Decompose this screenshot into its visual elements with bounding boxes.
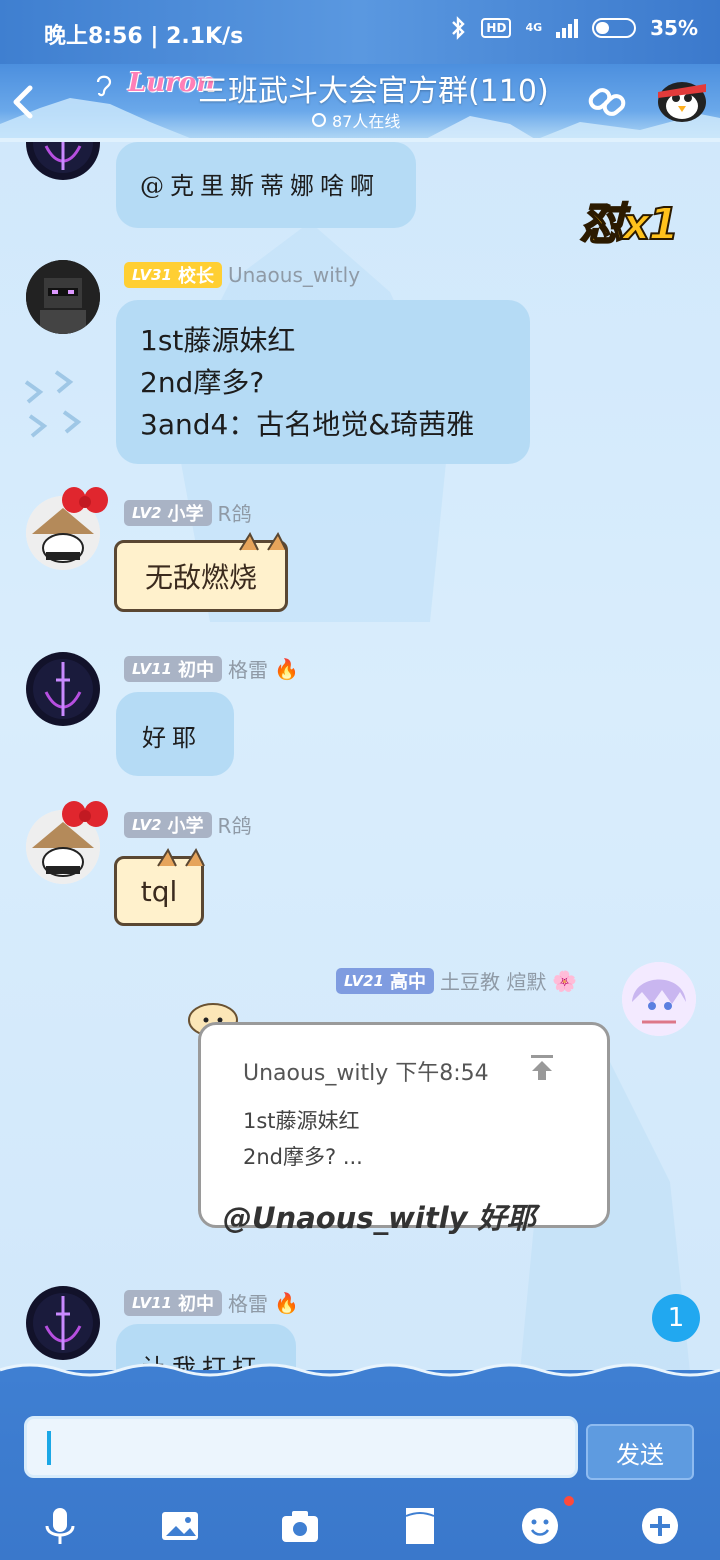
avatar[interactable] xyxy=(26,1286,100,1360)
message-list[interactable]: 怼x1 @克里斯蒂娜啥啊 LV31 校长 Unaous_witly 1st藤源妹红… xyxy=(0,142,720,1370)
footprints-decoration xyxy=(24,370,82,438)
status-bar: 晚上8:56 | 2.1K/s HD 4G 35% xyxy=(0,0,720,64)
input-area: 发送 xyxy=(0,1363,720,1560)
sender-name[interactable]: 格雷 xyxy=(228,1288,268,1317)
level-badge: LV2 小学 xyxy=(124,811,212,838)
battery-icon xyxy=(592,18,637,38)
sender-name[interactable]: Unaous_witly xyxy=(228,263,360,287)
sword-avatar-icon xyxy=(33,659,93,719)
level-badge: LV31 校长 xyxy=(124,262,222,288)
emoji-icon[interactable] xyxy=(518,1504,562,1548)
jump-to-top-icon[interactable] xyxy=(529,1053,555,1081)
notification-dot xyxy=(564,1496,574,1506)
quoted-line: 2nd摩多? ... xyxy=(243,1145,363,1169)
sender-info: LV2 小学 R鸽 xyxy=(124,810,251,839)
bow-icon xyxy=(62,801,108,827)
level-badge: LV11 初中 xyxy=(124,1289,222,1316)
mic-icon[interactable] xyxy=(38,1504,82,1548)
online-count[interactable]: 87人在线 xyxy=(312,108,400,132)
level-badge: LV11 初中 xyxy=(124,655,222,682)
sender-name[interactable]: 格雷 xyxy=(228,654,268,683)
group-title[interactable]: 三班武斗大会官方群(110) xyxy=(198,66,549,110)
cat-ears-icon xyxy=(157,847,205,867)
file-icon[interactable] xyxy=(398,1504,442,1548)
message-bubble[interactable]: 1st藤源妹红 2nd摩多? 3and4：古名地觉&琦茜雅 xyxy=(116,300,530,464)
message-bubble[interactable]: 好耶 xyxy=(116,692,234,776)
level-badge: LV21 高中 xyxy=(336,967,434,994)
message-bubble[interactable]: @克里斯蒂娜啥啊 xyxy=(116,142,416,228)
message-line: 3and4：古名地觉&琦茜雅 xyxy=(140,408,475,441)
avatar[interactable] xyxy=(26,652,100,726)
bow-icon xyxy=(62,487,108,513)
unread-count-badge[interactable]: 1 xyxy=(652,1294,700,1342)
cat-ears-icon xyxy=(239,531,287,551)
pixel-avatar-icon xyxy=(26,260,100,334)
avatar[interactable] xyxy=(26,142,100,180)
sender-info: LV21 高中 土豆教 煊默 🌸 xyxy=(336,966,577,995)
quoted-header: Unaous_witly 下午8:54 xyxy=(243,1061,489,1086)
sword-avatar-icon xyxy=(33,142,93,173)
anime-avatar-icon xyxy=(622,962,696,1036)
sender-name[interactable]: R鸽 xyxy=(218,498,252,527)
online-count-text: 87人在线 xyxy=(332,112,401,131)
send-button[interactable]: 发送 xyxy=(586,1424,694,1480)
level-badge: LV2 小学 xyxy=(124,499,212,526)
combo-badge: 怼x1 xyxy=(579,198,680,251)
hd-icon: HD xyxy=(481,18,512,38)
status-icons: HD 4G 35% xyxy=(449,16,698,40)
flower-icon: 🌸 xyxy=(552,968,578,993)
signal-icon xyxy=(556,18,579,38)
fire-icon: 🔥 xyxy=(273,1290,299,1315)
sender-info: LV11 初中 格雷 🔥 xyxy=(124,654,299,683)
online-status-icon xyxy=(312,113,326,127)
reply-text: @Unaous_witly 好耶 xyxy=(223,1201,536,1235)
input-toolbar xyxy=(0,1500,720,1556)
sender-info: LV31 校长 Unaous_witly xyxy=(124,262,360,288)
status-time-speed: 晚上8:56 | 2.1K/s xyxy=(44,24,244,49)
sender-info: LV11 初中 格雷 🔥 xyxy=(124,1288,299,1317)
message-line: 1st藤源妹红 xyxy=(140,324,296,357)
image-icon[interactable] xyxy=(158,1504,202,1548)
camera-icon[interactable] xyxy=(278,1504,322,1548)
plus-icon[interactable] xyxy=(638,1504,682,1548)
chevron-left-icon xyxy=(13,85,33,119)
bluetooth-icon xyxy=(452,16,466,40)
wave-decoration xyxy=(0,1363,720,1382)
fire-icon: 🔥 xyxy=(273,656,299,681)
back-button[interactable] xyxy=(8,82,48,122)
message-input[interactable] xyxy=(24,1416,578,1478)
quoted-line: 1st藤源妹红 xyxy=(243,1109,360,1133)
sword-avatar-icon xyxy=(33,1293,93,1353)
message-line: 2nd摩多? xyxy=(140,366,265,399)
sender-info: LV2 小学 R鸽 xyxy=(124,498,251,527)
text-cursor xyxy=(47,1431,51,1465)
ear-icon[interactable] xyxy=(92,72,116,98)
penguin-pet-icon[interactable] xyxy=(652,70,712,126)
share-link-icon[interactable] xyxy=(584,78,630,124)
sender-name[interactable]: 土豆教 煊默 xyxy=(440,966,546,995)
reply-message-card[interactable]: Unaous_witly 下午8:54 1st藤源妹红 2nd摩多? ... @… xyxy=(198,1022,610,1235)
quoted-content: 1st藤源妹红 2nd摩多? ... xyxy=(243,1103,363,1175)
battery-text: 35% xyxy=(650,16,698,40)
avatar[interactable] xyxy=(622,962,696,1036)
network-label: 4G xyxy=(525,21,543,34)
chat-header: Luron 三班武斗大会官方群(110) 87人在线 xyxy=(0,64,720,142)
sender-name[interactable]: R鸽 xyxy=(218,810,252,839)
avatar[interactable] xyxy=(26,260,100,334)
